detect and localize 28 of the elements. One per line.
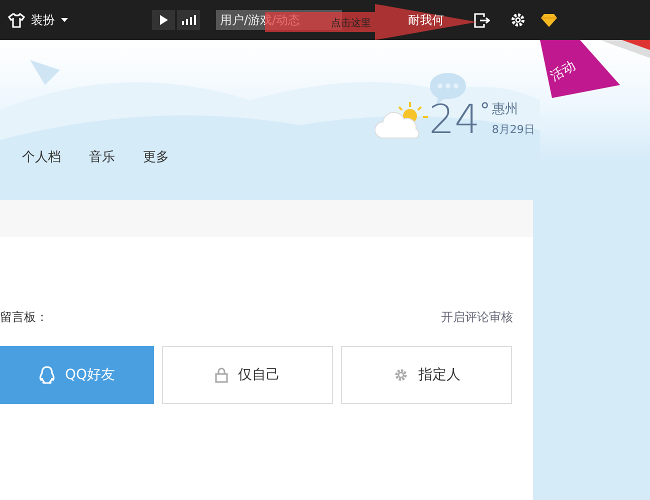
city-text: 惠州: [492, 101, 519, 118]
nav-tab[interactable]: 个人档: [22, 148, 61, 166]
nav-tab[interactable]: 音乐: [89, 148, 115, 166]
review-link[interactable]: 开启评论审核: [441, 309, 513, 326]
caret-icon: [61, 18, 68, 22]
board-label: 留言板：: [0, 309, 48, 326]
diamond-icon[interactable]: [540, 12, 558, 28]
play-icon: [160, 15, 168, 25]
shirt-icon: [8, 12, 25, 28]
exit-icon[interactable]: [474, 12, 490, 28]
gear-icon: [392, 367, 408, 383]
sun-cloud-icon: [375, 100, 429, 140]
penguin-icon: [38, 366, 55, 384]
temperature-text: 24: [429, 100, 480, 140]
degree-text: °: [480, 100, 490, 120]
date-text: 8月29日: [492, 122, 535, 137]
permission-option[interactable]: 仅自己: [162, 346, 333, 404]
permission-option[interactable]: 指定人: [341, 346, 512, 404]
arrow-label: 点击这里: [331, 16, 371, 30]
play-button[interactable]: [152, 10, 175, 30]
equalizer-button[interactable]: [177, 10, 200, 30]
settings-icon[interactable]: [510, 12, 526, 28]
equalizer-icon: [182, 15, 196, 25]
nav-tab[interactable]: 更多: [143, 148, 169, 166]
nickname-link[interactable]: 耐我何: [408, 12, 444, 28]
ribbon-label: 活动: [547, 57, 579, 86]
theme-menu[interactable]: 装扮: [8, 12, 68, 28]
lock-icon: [215, 367, 228, 383]
